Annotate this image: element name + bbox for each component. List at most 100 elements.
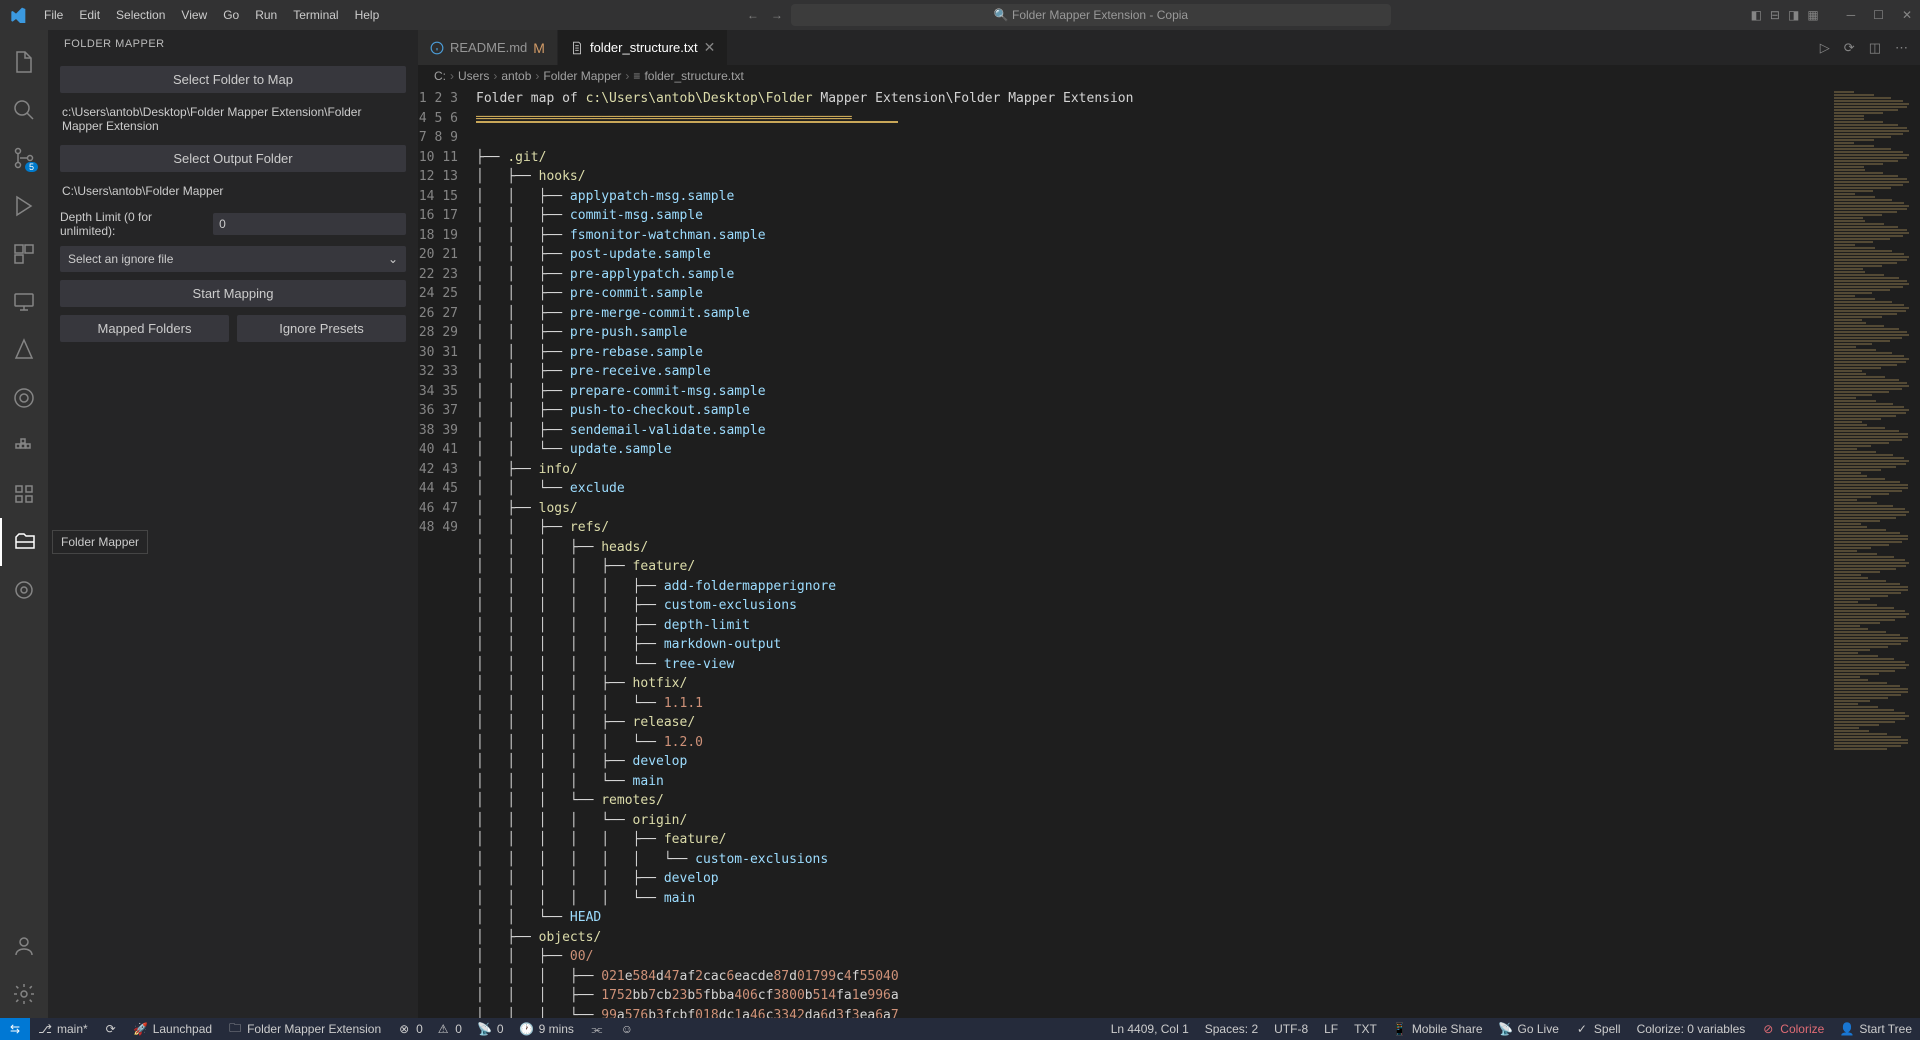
layout-panel-icon[interactable]: ⊟ (1770, 8, 1780, 22)
docker-icon[interactable] (0, 422, 48, 470)
menu-help[interactable]: Help (347, 4, 388, 26)
mapped-folders-button[interactable]: Mapped Folders (60, 315, 229, 342)
select-output-button[interactable]: Select Output Folder (60, 145, 406, 172)
menu-file[interactable]: File (36, 4, 71, 26)
project-icon[interactable] (0, 470, 48, 518)
tab-README-md[interactable]: README.md M (418, 30, 558, 65)
minimap-line (1834, 418, 1881, 420)
minimap-line (1834, 472, 1861, 474)
minimap-line (1834, 400, 1876, 402)
launchpad-indicator[interactable]: 🚀Launchpad (126, 1018, 220, 1040)
eol[interactable]: LF (1316, 1022, 1346, 1036)
explorer-icon[interactable] (0, 38, 48, 86)
folder-icon: 🗀 (228, 1022, 242, 1036)
spell-check[interactable]: ✓Spell (1567, 1022, 1629, 1036)
azure-icon[interactable] (0, 326, 48, 374)
problems-indicator[interactable]: ⊗0 ⚠0 (389, 1018, 470, 1040)
window-close-icon[interactable]: ✕ (1902, 8, 1912, 22)
start-mapping-button[interactable]: Start Mapping (60, 280, 406, 307)
search-view-icon[interactable] (0, 86, 48, 134)
start-tree[interactable]: 👤Start Tree (1832, 1022, 1920, 1036)
minimap-line (1834, 130, 1909, 132)
more-actions-icon[interactable]: ⋯ (1895, 40, 1908, 56)
minimap-line (1834, 721, 1895, 723)
menu-selection[interactable]: Selection (108, 4, 173, 26)
layout-sidebar-left-icon[interactable]: ◧ (1751, 8, 1762, 22)
workspace-indicator[interactable]: 🗀Folder Mapper Extension (220, 1018, 389, 1040)
sync-indicator[interactable]: ⟳ (96, 1018, 126, 1040)
menu-terminal[interactable]: Terminal (285, 4, 346, 26)
minimap-line (1834, 547, 1871, 549)
target-icon[interactable] (0, 374, 48, 422)
run-icon[interactable]: ▷ (1820, 40, 1830, 56)
cursor-position[interactable]: Ln 4409, Col 1 (1103, 1022, 1197, 1036)
remote-indicator[interactable]: ⇆ (0, 1018, 30, 1040)
select-folder-button[interactable]: Select Folder to Map (60, 66, 406, 93)
remote-explorer-icon[interactable] (0, 278, 48, 326)
folder-mapper-icon[interactable]: Folder Mapper (0, 518, 48, 566)
feedback-icon[interactable]: ☺ (612, 1018, 642, 1040)
breadcrumb[interactable]: C:›Users›antob›Folder Mapper›≡ folder_st… (418, 65, 1920, 87)
settings-gear-icon[interactable] (0, 970, 48, 1018)
minimap-line (1834, 532, 1900, 534)
minimap-line (1834, 157, 1907, 159)
language-mode[interactable]: TXT (1346, 1022, 1385, 1036)
output-folder-path: C:\Users\antob\Folder Mapper (60, 180, 406, 202)
tab-close-icon[interactable]: ✕ (704, 39, 716, 56)
minimap-line (1834, 94, 1874, 96)
minimap-line (1834, 520, 1880, 522)
refresh-icon[interactable]: ⟳ (1844, 40, 1855, 56)
minimap-line (1834, 715, 1909, 717)
ports-indicator[interactable]: 📡0 (470, 1018, 512, 1040)
layout-customize-icon[interactable]: ▦ (1807, 8, 1818, 22)
go-live[interactable]: 📡Go Live (1491, 1022, 1567, 1036)
depth-input[interactable] (213, 213, 406, 235)
breadcrumb-segment[interactable]: folder_structure.txt (644, 69, 743, 83)
ignore-file-select[interactable]: Select an ignore file ⌄ (60, 246, 406, 272)
minimap-line (1834, 619, 1895, 621)
window-maximize-icon[interactable]: ☐ (1873, 8, 1884, 22)
minimap-line (1834, 352, 1892, 354)
minimap-line (1834, 454, 1893, 456)
mobile-share[interactable]: 📱Mobile Share (1385, 1022, 1491, 1036)
breadcrumb-segment[interactable]: Users (458, 69, 489, 83)
breadcrumb-segment[interactable]: Folder Mapper (543, 69, 621, 83)
tab-folder_structure-txt[interactable]: folder_structure.txt✕ (558, 30, 728, 65)
menu-go[interactable]: Go (215, 4, 247, 26)
minimap-line (1834, 616, 1906, 618)
nav-forward-icon[interactable]: → (771, 8, 783, 22)
menu-edit[interactable]: Edit (71, 4, 108, 26)
branch-indicator[interactable]: ⎇main* (30, 1018, 96, 1040)
code-content[interactable]: Folder map of c:\Users\antob\Desktop\Fol… (476, 87, 1832, 1018)
minimap[interactable] (1832, 87, 1920, 1018)
minimap-line (1834, 358, 1909, 360)
minimap-line (1834, 304, 1904, 306)
minimap-line (1834, 514, 1906, 516)
live-share-icon[interactable]: ⫘ (582, 1018, 612, 1040)
circle-icon[interactable] (0, 566, 48, 614)
layout-sidebar-right-icon[interactable]: ◨ (1788, 8, 1799, 22)
command-center-search[interactable]: 🔍 Folder Mapper Extension - Copia (791, 4, 1391, 26)
colorize-vars[interactable]: Colorize: 0 variables (1629, 1022, 1754, 1036)
colorize-toggle[interactable]: ⊘Colorize (1753, 1022, 1832, 1036)
ignore-presets-button[interactable]: Ignore Presets (237, 315, 406, 342)
minimap-line (1834, 124, 1898, 126)
breadcrumb-segment[interactable]: C: (434, 69, 446, 83)
timer-indicator[interactable]: 🕐9 mins (512, 1018, 582, 1040)
minimap-line (1834, 709, 1894, 711)
nav-back-icon[interactable]: ← (747, 8, 759, 22)
minimap-line (1834, 583, 1900, 585)
split-editor-icon[interactable]: ◫ (1869, 40, 1881, 56)
source-control-icon[interactable]: 5 (0, 134, 48, 182)
menu-view[interactable]: View (173, 4, 215, 26)
extensions-icon[interactable] (0, 230, 48, 278)
breadcrumb-segment[interactable]: antob (501, 69, 531, 83)
minimap-line (1834, 97, 1891, 99)
menu-run[interactable]: Run (247, 4, 285, 26)
minimap-line (1834, 343, 1872, 345)
window-minimize-icon[interactable]: ─ (1847, 8, 1856, 22)
accounts-icon[interactable] (0, 922, 48, 970)
indentation[interactable]: Spaces: 2 (1197, 1022, 1266, 1036)
run-debug-icon[interactable] (0, 182, 48, 230)
encoding[interactable]: UTF-8 (1266, 1022, 1316, 1036)
